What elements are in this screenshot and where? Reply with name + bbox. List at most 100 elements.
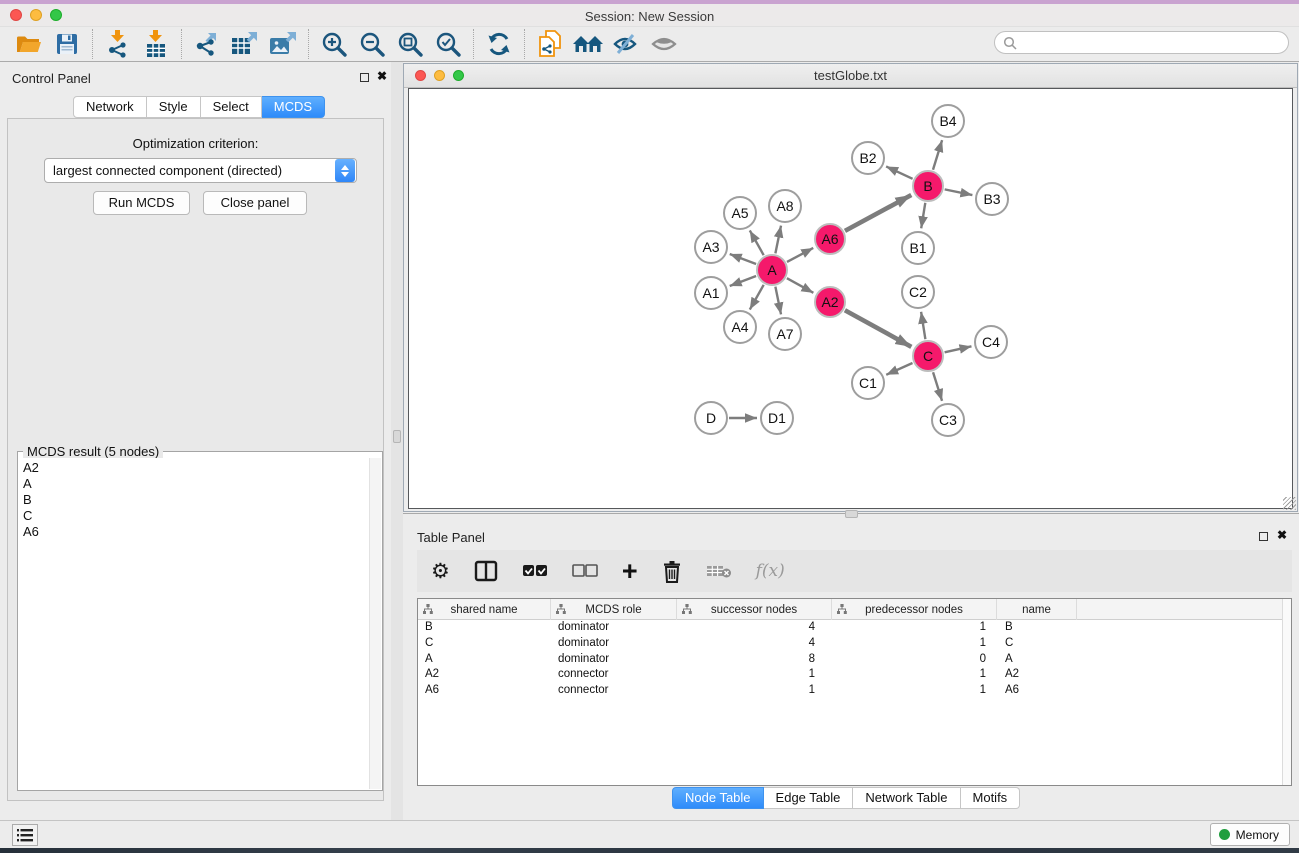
run-mcds-button[interactable]: Run MCDS bbox=[93, 191, 190, 215]
zoom-out-button[interactable] bbox=[353, 29, 391, 59]
column-header-successor-nodes[interactable]: successor nodes bbox=[677, 599, 832, 620]
export-table-button[interactable] bbox=[226, 29, 264, 59]
tab-mcds[interactable]: MCDS bbox=[262, 96, 325, 118]
network-window-titlebar[interactable]: testGlobe.txt bbox=[404, 64, 1297, 88]
table-cell[interactable]: connector bbox=[551, 683, 677, 699]
save-session-button[interactable] bbox=[48, 29, 86, 59]
column-header-MCDS-role[interactable]: MCDS role bbox=[551, 599, 677, 620]
graph-node-C3[interactable]: C3 bbox=[931, 403, 965, 437]
tab-network-table[interactable]: Network Table bbox=[853, 787, 960, 809]
zoom-in-button[interactable] bbox=[315, 29, 353, 59]
table-cell[interactable]: 1 bbox=[832, 667, 997, 683]
graph-edge-A-A2[interactable] bbox=[787, 278, 813, 293]
tab-select[interactable]: Select bbox=[201, 96, 262, 118]
graph-edge-B-B4[interactable] bbox=[933, 140, 942, 170]
table-cell[interactable]: C bbox=[997, 636, 1077, 652]
graph-edge-B-B3[interactable] bbox=[945, 189, 973, 195]
zoom-selected-button[interactable] bbox=[429, 29, 467, 59]
window-resize-grip[interactable] bbox=[1283, 497, 1296, 510]
graph-node-B[interactable]: B bbox=[912, 170, 944, 202]
graph-edge-C-C1[interactable] bbox=[886, 363, 912, 375]
table-cell[interactable]: 0 bbox=[832, 652, 997, 668]
criterion-dropdown[interactable]: largest connected component (directed) bbox=[44, 158, 357, 183]
delete-column-button[interactable] bbox=[662, 558, 682, 584]
table-row[interactable]: A2connector11A2 bbox=[418, 667, 1282, 683]
tab-style[interactable]: Style bbox=[147, 96, 201, 118]
graph-node-C4[interactable]: C4 bbox=[974, 325, 1008, 359]
open-file-button[interactable] bbox=[10, 29, 48, 59]
table-scrollbar[interactable] bbox=[1282, 599, 1291, 785]
clone-network-button[interactable] bbox=[531, 29, 569, 59]
delete-table-button[interactable] bbox=[706, 558, 732, 584]
graph-node-A7[interactable]: A7 bbox=[768, 317, 802, 351]
graph-edge-C-C2[interactable] bbox=[921, 312, 925, 339]
graph-node-A3[interactable]: A3 bbox=[694, 230, 728, 264]
graph-edge-A-A8[interactable] bbox=[775, 226, 781, 254]
search-input[interactable] bbox=[1022, 36, 1288, 50]
hide-selected-button[interactable] bbox=[607, 29, 645, 59]
graph-node-B3[interactable]: B3 bbox=[975, 182, 1009, 216]
graph-edge-A-A5[interactable] bbox=[750, 230, 764, 255]
mcds-result-list[interactable]: A2ABCA6 bbox=[19, 458, 369, 789]
table-cell[interactable]: B bbox=[997, 620, 1077, 636]
tab-network[interactable]: Network bbox=[73, 96, 147, 118]
graph-node-A5[interactable]: A5 bbox=[723, 196, 757, 230]
table-cell[interactable]: dominator bbox=[551, 636, 677, 652]
mcds-result-item[interactable]: C bbox=[23, 508, 369, 524]
float-panel-icon[interactable] bbox=[360, 73, 369, 82]
graph-node-A[interactable]: A bbox=[756, 254, 788, 286]
table-row[interactable]: Bdominator41B bbox=[418, 620, 1282, 636]
graph-edge-A2-C[interactable] bbox=[845, 310, 911, 347]
close-panel-icon[interactable]: ✖ bbox=[377, 69, 387, 83]
column-header-name[interactable]: name bbox=[997, 599, 1077, 620]
graph-edge-A6-B[interactable] bbox=[845, 195, 911, 231]
graph-node-B1[interactable]: B1 bbox=[901, 231, 935, 265]
table-cell[interactable]: A bbox=[418, 652, 551, 668]
column-header-shared-name[interactable]: shared name bbox=[418, 599, 551, 620]
network-overview-button[interactable] bbox=[12, 824, 38, 846]
network-canvas[interactable]: AA1A2A3A4A5A6A7A8BB1B2B3B4CC1C2C3C4DD1 bbox=[408, 88, 1293, 509]
export-network-button[interactable] bbox=[188, 29, 226, 59]
close-panel-button[interactable]: Close panel bbox=[203, 191, 307, 215]
graph-node-B2[interactable]: B2 bbox=[851, 141, 885, 175]
mcds-result-item[interactable]: A2 bbox=[23, 460, 369, 476]
graph-edge-B-B1[interactable] bbox=[921, 203, 925, 228]
mcds-result-item[interactable]: A6 bbox=[23, 524, 369, 540]
table-settings-button[interactable]: ⚙ bbox=[431, 558, 450, 584]
table-cell[interactable]: A2 bbox=[997, 667, 1077, 683]
graph-edge-C-C3[interactable] bbox=[933, 372, 942, 401]
graph-node-D[interactable]: D bbox=[694, 401, 728, 435]
graph-node-A6[interactable]: A6 bbox=[814, 223, 846, 255]
mcds-result-item[interactable]: B bbox=[23, 492, 369, 508]
tab-edge-table[interactable]: Edge Table bbox=[764, 787, 854, 809]
graph-node-D1[interactable]: D1 bbox=[760, 401, 794, 435]
column-header-predecessor-nodes[interactable]: predecessor nodes bbox=[832, 599, 997, 620]
graph-edge-A-A3[interactable] bbox=[730, 254, 756, 264]
graph-edge-B-B2[interactable] bbox=[886, 166, 912, 178]
table-cell[interactable]: dominator bbox=[551, 620, 677, 636]
table-close-icon[interactable]: ✖ bbox=[1277, 528, 1287, 542]
deselect-all-button[interactable] bbox=[572, 558, 598, 584]
table-cell[interactable]: dominator bbox=[551, 652, 677, 668]
graph-node-A8[interactable]: A8 bbox=[768, 189, 802, 223]
table-cell[interactable]: connector bbox=[551, 667, 677, 683]
graph-node-A2[interactable]: A2 bbox=[814, 286, 846, 318]
table-cell[interactable]: 1 bbox=[832, 683, 997, 699]
mcds-list-scrollbar[interactable] bbox=[369, 458, 381, 789]
table-row[interactable]: Adominator80A bbox=[418, 652, 1282, 668]
import-table-button[interactable] bbox=[137, 29, 175, 59]
table-cell[interactable]: 1 bbox=[832, 620, 997, 636]
tab-node-table[interactable]: Node Table bbox=[672, 787, 764, 809]
show-columns-button[interactable] bbox=[474, 558, 498, 584]
memory-button[interactable]: Memory bbox=[1210, 823, 1290, 846]
refresh-button[interactable] bbox=[480, 29, 518, 59]
table-cell[interactable]: A6 bbox=[418, 683, 551, 699]
vertical-splitter-handle[interactable] bbox=[393, 430, 401, 443]
table-cell[interactable]: 1 bbox=[677, 667, 832, 683]
graph-node-C1[interactable]: C1 bbox=[851, 366, 885, 400]
table-cell[interactable]: 4 bbox=[677, 620, 832, 636]
graph-node-C[interactable]: C bbox=[912, 340, 944, 372]
select-all-button[interactable] bbox=[522, 558, 548, 584]
table-float-icon[interactable] bbox=[1259, 532, 1268, 541]
zoom-fit-button[interactable] bbox=[391, 29, 429, 59]
